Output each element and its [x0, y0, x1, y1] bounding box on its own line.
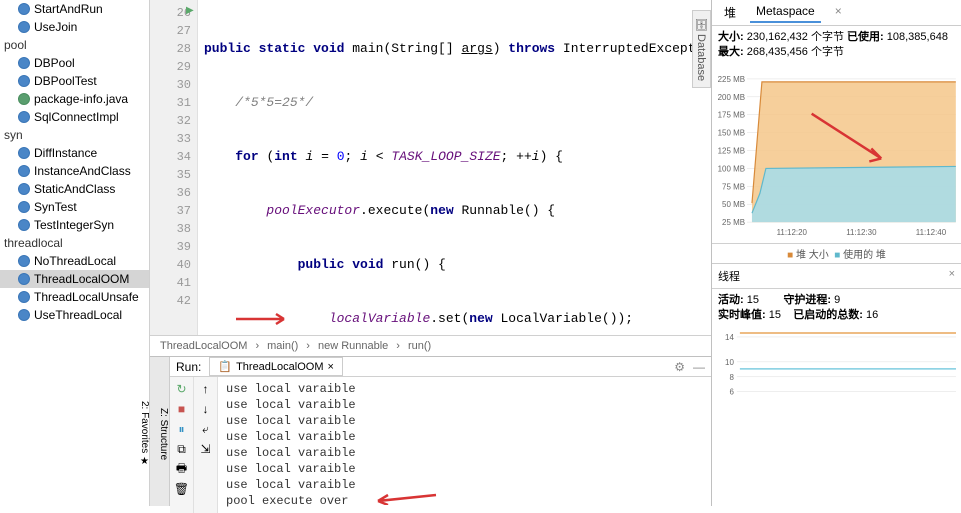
memory-tabs: 堆 Metaspace ×	[712, 0, 961, 26]
code-area[interactable]: public static void main(String[] args) t…	[198, 0, 711, 335]
wrap-icon[interactable]: ⤶	[198, 421, 214, 437]
tree-folder-threadlocal[interactable]: threadlocal	[0, 234, 149, 252]
svg-text:8: 8	[729, 373, 734, 382]
svg-text:125 MB: 125 MB	[718, 147, 745, 156]
class-icon	[18, 219, 30, 231]
rerun-icon[interactable]: ↻	[174, 381, 190, 397]
class-icon	[18, 183, 30, 195]
down-icon[interactable]: ↓	[198, 401, 214, 417]
tree-item[interactable]: UseJoin	[0, 18, 149, 36]
up-icon[interactable]: ↑	[198, 381, 214, 397]
class-icon	[18, 75, 30, 87]
tree-folder-syn[interactable]: syn	[0, 126, 149, 144]
profiler-panel: 堆 Metaspace × 大小: 230,162,432 个字节 已使用: 1…	[711, 0, 961, 506]
threads-tab[interactable]: 线程	[718, 271, 740, 283]
minimize-icon[interactable]: —	[693, 360, 705, 374]
class-icon	[18, 165, 30, 177]
svg-text:25 MB: 25 MB	[722, 218, 745, 227]
run-toolbar-2: ↑ ↓ ⤶ ⇲	[194, 377, 218, 513]
tree-item-selected[interactable]: ThreadLocalOOM	[0, 270, 149, 288]
tree-item[interactable]: InstanceAndClass	[0, 162, 149, 180]
svg-text:75 MB: 75 MB	[722, 182, 745, 191]
structure-tab[interactable]: Z: Structure	[158, 408, 169, 460]
class-icon	[18, 273, 30, 285]
class-icon	[18, 309, 30, 321]
class-icon	[18, 147, 30, 159]
run-gutter-icon[interactable]: ▶	[186, 5, 194, 16]
layout-icon[interactable]: ⧉	[174, 441, 190, 457]
run-label: Run:	[176, 360, 201, 374]
tree-item[interactable]: DBPool	[0, 54, 149, 72]
tree-item[interactable]: StartAndRun	[0, 0, 149, 18]
tree-item[interactable]: StaticAndClass	[0, 180, 149, 198]
tab-heap[interactable]: 堆	[718, 2, 742, 23]
close-icon[interactable]: ×	[949, 268, 955, 280]
tree-item[interactable]: DBPoolTest	[0, 72, 149, 90]
svg-text:50 MB: 50 MB	[722, 200, 745, 209]
breadcrumb[interactable]: ThreadLocalOOM›main()›new Runnable›run()	[150, 335, 711, 356]
heap-chart: 225 MB 200 MB 175 MB 150 MB 125 MB 100 MB 75 M…	[712, 64, 961, 244]
class-icon	[18, 3, 30, 15]
tree-item[interactable]: NoThreadLocal	[0, 252, 149, 270]
favorites-tab[interactable]: 2: Favorites ★	[139, 401, 150, 467]
class-icon	[18, 255, 30, 267]
svg-text:11:12:40: 11:12:40	[916, 228, 947, 237]
left-toolwindow-stripe[interactable]: Z: Structure 2: Favorites ★	[150, 357, 170, 506]
console-output[interactable]: use local varaible use local varaible us…	[218, 377, 711, 513]
heap-legend: ■ 堆 大小 ■ 使用的 堆	[712, 244, 961, 263]
class-icon	[18, 111, 30, 123]
tree-item[interactable]: ThreadLocalUnsafe	[0, 288, 149, 306]
java-icon	[18, 93, 30, 105]
svg-text:11:12:30: 11:12:30	[846, 228, 877, 237]
class-icon	[18, 291, 30, 303]
tree-item[interactable]: SqlConnectImpl	[0, 108, 149, 126]
run-toolbar: ↻ ■ ⏸ ⧉ 🖶 🗑	[170, 377, 194, 513]
code-editor[interactable]: ▶ 2627282930313233343536373839404142 pub…	[150, 0, 711, 335]
thread-chart: 14 10 8 6	[712, 327, 961, 407]
run-tab[interactable]: 📋 ThreadLocalOOM ×	[209, 357, 343, 376]
project-tree: StartAndRun UseJoin pool DBPool DBPoolTe…	[0, 0, 150, 506]
tree-item[interactable]: DiffInstance	[0, 144, 149, 162]
gear-icon[interactable]: ⚙	[674, 360, 685, 374]
class-icon	[18, 21, 30, 33]
close-icon[interactable]: ×	[829, 2, 848, 23]
tab-metaspace[interactable]: Metaspace	[750, 2, 821, 23]
pause-icon[interactable]: ⏸	[174, 421, 190, 437]
tree-item[interactable]: SynTest	[0, 198, 149, 216]
svg-text:200 MB: 200 MB	[718, 93, 745, 102]
svg-text:11:12:20: 11:12:20	[777, 228, 808, 237]
annotation-arrow-icon	[234, 312, 294, 326]
svg-text:6: 6	[729, 388, 734, 397]
close-icon[interactable]: ×	[328, 361, 334, 373]
svg-text:150 MB: 150 MB	[718, 129, 745, 138]
svg-text:225 MB: 225 MB	[718, 75, 745, 84]
stop-icon[interactable]: ■	[174, 401, 190, 417]
heap-stats: 大小: 230,162,432 个字节 已使用: 108,385,648 最大:…	[712, 26, 961, 64]
tree-item[interactable]: TestIntegerSyn	[0, 216, 149, 234]
print-icon[interactable]: 🖶	[174, 461, 190, 477]
database-toolwindow-tab[interactable]: 🗄 Database	[692, 10, 711, 88]
svg-text:175 MB: 175 MB	[718, 111, 745, 120]
tree-item[interactable]: UseThreadLocal	[0, 306, 149, 324]
scroll-icon[interactable]: ⇲	[198, 441, 214, 457]
svg-text:14: 14	[725, 333, 734, 342]
tree-item[interactable]: package-info.java	[0, 90, 149, 108]
line-gutter: 2627282930313233343536373839404142	[150, 0, 198, 335]
thread-stats: 活动: 15 守护进程: 9 实时峰值: 15 已启动的总数: 16	[712, 289, 961, 327]
svg-text:100 MB: 100 MB	[718, 164, 745, 173]
class-icon	[18, 201, 30, 213]
svg-text:10: 10	[725, 358, 734, 367]
class-icon	[18, 57, 30, 69]
tree-folder-pool[interactable]: pool	[0, 36, 149, 54]
trash-icon[interactable]: 🗑	[174, 481, 190, 497]
